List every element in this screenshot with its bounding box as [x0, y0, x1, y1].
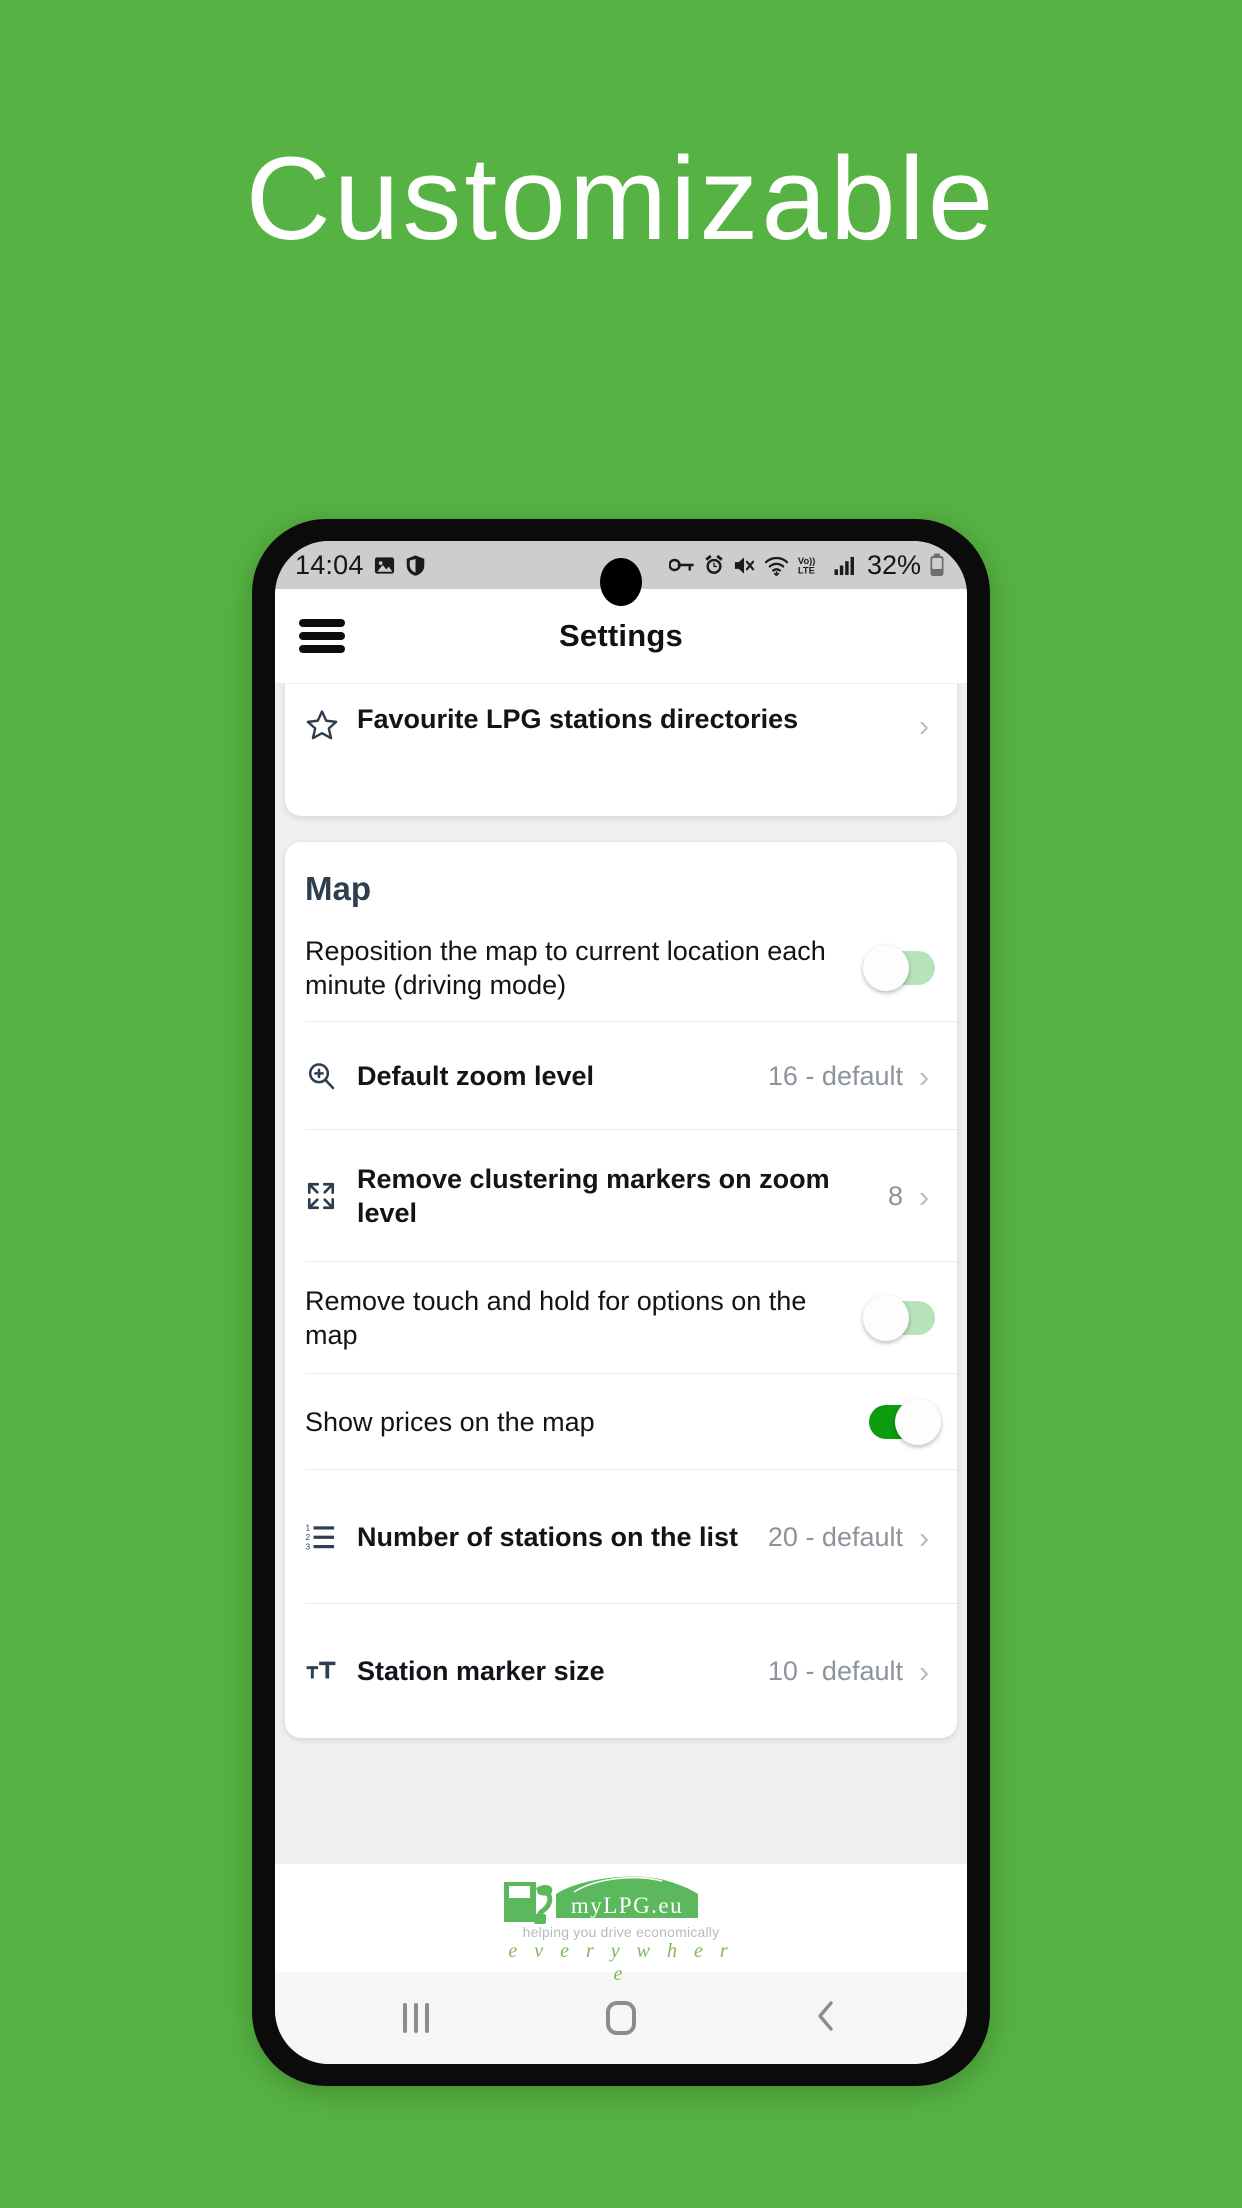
setting-row-number-of-stations[interactable]: 1 2 3 Number of stations on the list 20 … — [285, 1470, 957, 1604]
chevron-right-icon: › — [918, 1519, 930, 1555]
status-bar-left: 14:04 — [295, 550, 426, 581]
signal-icon — [833, 555, 857, 576]
status-time: 14:04 — [295, 549, 364, 580]
battery-percent: 32% — [866, 549, 921, 580]
chevron-right-icon: › — [918, 1058, 930, 1094]
setting-label: Remove clustering markers on zoom level — [357, 1163, 830, 1228]
svg-text:2: 2 — [306, 1533, 311, 1542]
setting-label: Reposition the map to current location e… — [305, 935, 826, 1000]
chevron-right-icon: › — [918, 1178, 930, 1214]
recent-apps-icon[interactable] — [403, 2003, 430, 2033]
favourites-card: Favourite LPG stations directories › — [285, 684, 957, 816]
toggle-remove-touch-hold[interactable] — [863, 1295, 935, 1341]
setting-value: 20 - default — [767, 1521, 903, 1552]
toggle-reposition-map[interactable] — [863, 945, 935, 991]
status-bar: 14:04 Vo)) LTE 32% — [275, 541, 967, 606]
setting-label: Remove touch and hold for options on the… — [305, 1285, 807, 1350]
page-title: Customizable — [245, 133, 997, 265]
logo-tagline-secondary: e v e r y w h e r e — [508, 1940, 734, 1985]
setting-row-default-zoom-level[interactable]: Default zoom level 16 - default › — [285, 1022, 957, 1130]
app-bar-title: Settings — [559, 618, 683, 653]
text-size-icon — [305, 1655, 357, 1687]
toggle-show-prices[interactable] — [869, 1399, 941, 1445]
mylpg-logo-graphic: myLPG.eu — [504, 1876, 698, 1924]
setting-row-remove-clustering[interactable]: Remove clustering markers on zoom level … — [285, 1130, 957, 1262]
zoom-in-icon — [305, 1060, 357, 1092]
setting-value: 10 - default — [767, 1655, 903, 1686]
section-title-map: Map — [305, 870, 371, 907]
svg-text:LTE: LTE — [798, 565, 815, 575]
shield-icon — [405, 554, 426, 577]
footer-logo-bar: myLPG.eu helping you drive economically … — [275, 1864, 967, 1985]
mylpg-logo: myLPG.eu helping you drive economically … — [496, 1872, 746, 1985]
star-icon — [305, 702, 357, 742]
hamburger-icon[interactable] — [299, 619, 345, 653]
back-icon[interactable] — [813, 1998, 839, 2039]
mute-icon — [733, 555, 756, 576]
toggle-thumb — [895, 1399, 941, 1445]
status-bar-right: Vo)) LTE 32% — [668, 549, 945, 581]
setting-row-reposition-map[interactable]: Reposition the map to current location e… — [285, 914, 957, 1022]
map-card: Map Reposition the map to current locati… — [285, 842, 957, 1738]
photo-icon — [373, 554, 396, 577]
volte-icon: Vo)) LTE — [797, 554, 825, 576]
svg-text:3: 3 — [306, 1542, 311, 1551]
battery-icon — [929, 553, 945, 577]
expand-arrows-icon — [305, 1180, 357, 1212]
logo-tagline: helping you drive economically — [522, 1924, 720, 1940]
setting-row-favourite-directories[interactable]: Favourite LPG stations directories › — [285, 684, 957, 816]
alarm-icon — [703, 554, 725, 576]
setting-value: 16 - default — [767, 1060, 903, 1091]
setting-label: Default zoom level — [357, 1060, 595, 1091]
numbered-list-icon: 1 2 3 — [305, 1521, 357, 1553]
wifi-icon — [764, 555, 789, 576]
chevron-right-icon: › — [918, 708, 930, 743]
svg-text:1: 1 — [306, 1524, 311, 1533]
chevron-right-icon: › — [918, 1653, 930, 1689]
setting-label: Show prices on the map — [305, 1406, 595, 1437]
setting-row-station-marker-size[interactable]: Station marker size 10 - default › — [285, 1604, 957, 1738]
setting-row-show-prices[interactable]: Show prices on the map — [285, 1374, 957, 1470]
camera-punch-hole — [600, 558, 642, 606]
vpn-key-icon — [668, 556, 695, 574]
settings-scroll-area[interactable]: Favourite LPG stations directories › Map… — [275, 684, 967, 1864]
setting-label: Station marker size — [357, 1655, 605, 1686]
home-icon[interactable] — [605, 2001, 636, 2035]
phone-frame: 14:04 Vo)) LTE 32% Settings Favourite LP… — [252, 519, 990, 2086]
toggle-thumb — [863, 1295, 909, 1341]
toggle-thumb — [863, 945, 909, 991]
mylpg-logo-brand: myLPG.eu — [571, 1893, 683, 1918]
phone-screen: 14:04 Vo)) LTE 32% Settings Favourite LP… — [275, 541, 967, 2064]
setting-label: Favourite LPG stations directories — [357, 704, 799, 734]
setting-label: Number of stations on the list — [357, 1521, 739, 1552]
setting-row-remove-touch-hold[interactable]: Remove touch and hold for options on the… — [285, 1262, 957, 1374]
setting-value: 8 — [887, 1180, 903, 1211]
